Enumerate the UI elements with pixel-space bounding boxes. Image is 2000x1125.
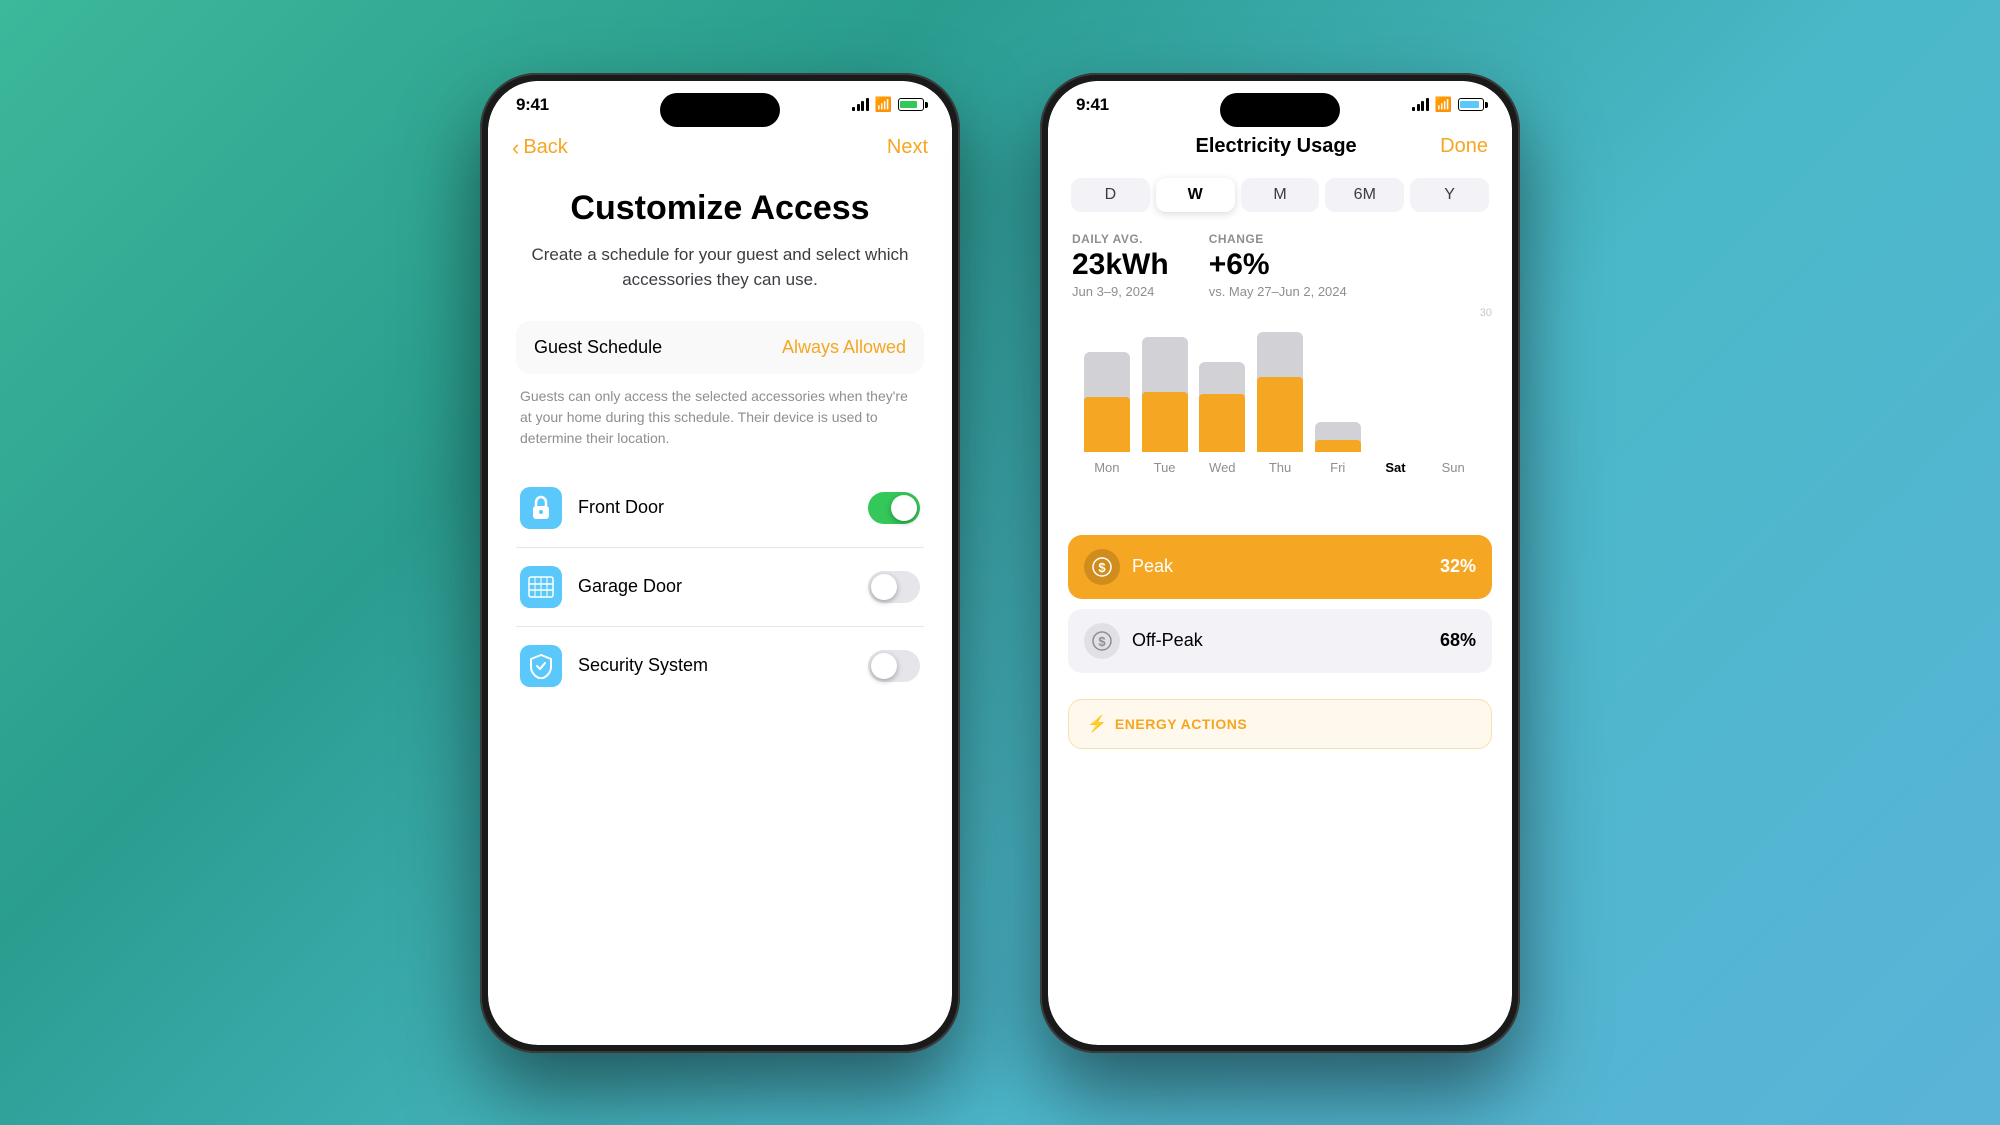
chart-area: 30 Mon — [1048, 307, 1512, 527]
legend-offpeak: $ Off-Peak 68% — [1068, 609, 1492, 673]
status-icons-2: 📶 — [1412, 96, 1484, 113]
peak-label: Peak — [1132, 556, 1440, 577]
electricity-header: . Electricity Usage Done — [1048, 123, 1512, 170]
toggle-security-system[interactable] — [868, 650, 920, 682]
accessory-row-security-system: Security System — [516, 627, 924, 705]
lock-icon — [520, 487, 562, 529]
chart-label-tue: Tue — [1154, 460, 1176, 475]
electricity-title: Electricity Usage — [1195, 135, 1356, 158]
change-value: +6% — [1209, 248, 1347, 282]
daily-avg-label: DAILY AVG. — [1072, 232, 1169, 246]
battery-icon-1 — [898, 98, 924, 111]
toggle-garage-door[interactable] — [868, 571, 920, 603]
change-block: CHANGE +6% vs. May 27–Jun 2, 2024 — [1209, 232, 1347, 299]
legend-section: $ Peak 32% $ O — [1048, 527, 1512, 691]
chart-col-mon: Mon — [1078, 352, 1136, 475]
accessories-list: Front Door — [516, 469, 924, 705]
guest-schedule-label: Guest Schedule — [534, 337, 662, 358]
tab-y[interactable]: Y — [1410, 178, 1489, 212]
accessory-row-garage-door: Garage Door — [516, 548, 924, 627]
stats-section: DAILY AVG. 23kWh Jun 3–9, 2024 CHANGE +6… — [1048, 220, 1512, 307]
chart-label-sun: Sun — [1442, 460, 1465, 475]
page-subtitle: Create a schedule for your guest and sel… — [516, 242, 924, 293]
phone-2: 9:41 📶 — [1040, 73, 1520, 1053]
chart-label-wed: Wed — [1209, 460, 1236, 475]
chart-col-tue: Tue — [1136, 337, 1194, 475]
tab-d[interactable]: D — [1071, 178, 1150, 212]
change-label: CHANGE — [1209, 232, 1347, 246]
status-time-1: 9:41 — [516, 95, 549, 115]
daily-avg-block: DAILY AVG. 23kWh Jun 3–9, 2024 — [1072, 232, 1169, 299]
signal-icon-2 — [1412, 98, 1429, 111]
next-button[interactable]: Next — [887, 136, 928, 159]
legend-peak: $ Peak 32% — [1068, 535, 1492, 599]
dynamic-island-2 — [1220, 93, 1340, 127]
tab-w[interactable]: W — [1156, 178, 1235, 212]
wifi-icon-2: 📶 — [1435, 96, 1452, 113]
change-date: vs. May 27–Jun 2, 2024 — [1209, 284, 1347, 299]
peak-percentage: 32% — [1440, 556, 1476, 577]
energy-actions-label: ENERGY ACTIONS — [1115, 716, 1247, 732]
done-button[interactable]: Done — [1440, 135, 1488, 158]
guest-schedule-card[interactable]: Guest Schedule Always Allowed — [516, 321, 924, 374]
back-label: Back — [523, 136, 567, 159]
accessory-name-garage-door: Garage Door — [578, 576, 868, 597]
schedule-description: Guests can only access the selected acce… — [516, 386, 924, 449]
wifi-icon-1: 📶 — [875, 96, 892, 113]
dynamic-island-1 — [660, 93, 780, 127]
battery-icon-2 — [1458, 98, 1484, 111]
offpeak-icon: $ — [1084, 623, 1120, 659]
garage-icon — [520, 566, 562, 608]
accessory-name-security-system: Security System — [578, 655, 868, 676]
tab-m[interactable]: M — [1241, 178, 1320, 212]
status-time-2: 9:41 — [1076, 95, 1109, 115]
chart-grid-label: 30 — [1480, 307, 1492, 319]
chart-col-sun: Sun — [1424, 452, 1482, 475]
svg-text:$: $ — [1098, 560, 1106, 575]
bolt-icon: ⚡ — [1087, 714, 1107, 734]
back-button[interactable]: ‹ Back — [512, 135, 568, 161]
peak-icon: $ — [1084, 549, 1120, 585]
accessory-row-front-door: Front Door — [516, 469, 924, 548]
svg-text:$: $ — [1098, 634, 1106, 649]
offpeak-percentage: 68% — [1440, 630, 1476, 651]
chart-col-fri: Fri — [1309, 422, 1367, 475]
phone-1: 9:41 📶 — [480, 73, 960, 1053]
signal-icon-1 — [852, 98, 869, 111]
chart-label-thu: Thu — [1269, 460, 1291, 475]
daily-avg-date: Jun 3–9, 2024 — [1072, 284, 1169, 299]
chart-col-wed: Wed — [1193, 362, 1251, 475]
page-title: Customize Access — [516, 189, 924, 228]
chart-bars: Mon Tue — [1068, 315, 1492, 475]
chart-col-thu: Thu — [1251, 332, 1309, 475]
accessory-name-front-door: Front Door — [578, 497, 868, 518]
daily-avg-value: 23kWh — [1072, 248, 1169, 282]
period-tabs: D W M 6M Y — [1048, 170, 1512, 220]
guest-schedule-row: Guest Schedule Always Allowed — [534, 337, 906, 358]
status-icons-1: 📶 — [852, 96, 924, 113]
chevron-left-icon: ‹ — [512, 135, 519, 161]
offpeak-label: Off-Peak — [1132, 630, 1440, 651]
energy-actions-banner[interactable]: ⚡ ENERGY ACTIONS — [1068, 699, 1492, 749]
nav-bar-1: ‹ Back Next — [488, 123, 952, 169]
security-icon — [520, 645, 562, 687]
tab-6m[interactable]: 6M — [1325, 178, 1404, 212]
toggle-front-door[interactable] — [868, 492, 920, 524]
chart-col-sat: Sat — [1367, 452, 1425, 475]
guest-schedule-value: Always Allowed — [782, 337, 906, 358]
main-content-1: Customize Access Create a schedule for y… — [488, 169, 952, 1045]
chart-label-mon: Mon — [1094, 460, 1119, 475]
chart-label-fri: Fri — [1330, 460, 1345, 475]
chart-label-sat: Sat — [1385, 460, 1405, 475]
